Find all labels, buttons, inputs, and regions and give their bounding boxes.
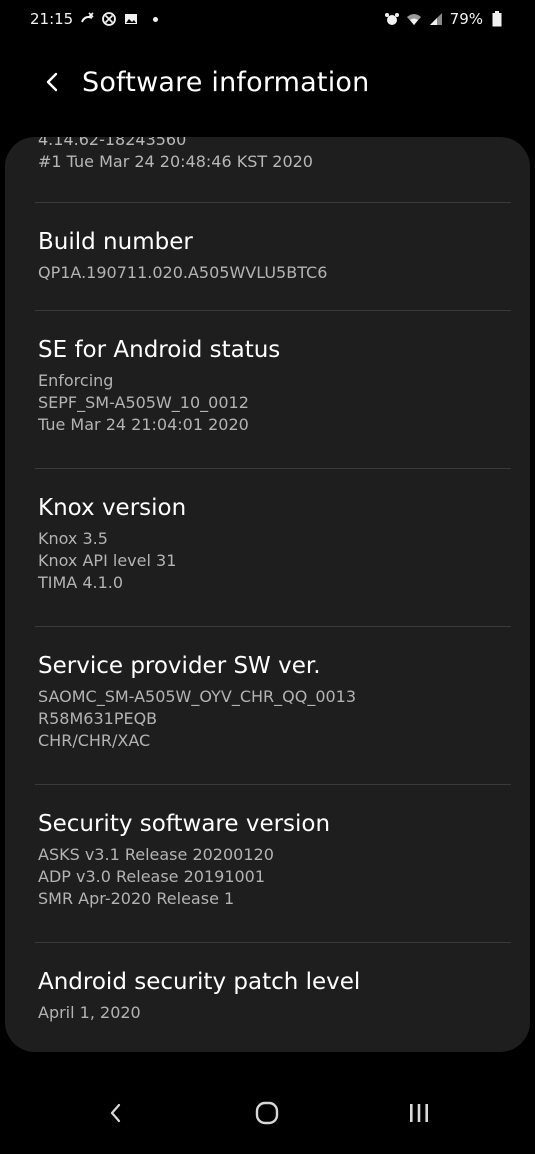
service-provider-sw-line: SAOMC_SM-A505W_OYV_CHR_QQ_0013	[38, 687, 357, 706]
security-software-version-item[interactable]: Security software version ASKS v3.1 Rele…	[38, 808, 508, 910]
knox-version-line: TIMA 4.1.0	[38, 573, 124, 592]
nav-back-button[interactable]	[86, 1083, 146, 1143]
security-patch-level-item[interactable]: Android security patch level April 1, 20…	[38, 966, 508, 1024]
divider	[35, 202, 511, 203]
security-software-version-line: SMR Apr-2020 Release 1	[38, 889, 235, 908]
knox-version-title: Knox version	[38, 495, 187, 521]
navigation-bar	[0, 1072, 535, 1154]
block-icon	[101, 11, 117, 27]
battery-icon	[489, 11, 505, 27]
security-software-version-line: ASKS v3.1 Release 20200120	[38, 845, 274, 864]
dot-icon	[153, 16, 159, 22]
home-icon	[256, 1101, 279, 1125]
service-provider-sw-line: CHR/CHR/XAC	[38, 731, 151, 750]
security-software-version-line: ADP v3.0 Release 20191001	[38, 867, 266, 886]
service-provider-sw-item[interactable]: Service provider SW ver. SAOMC_SM-A505W_…	[38, 650, 508, 752]
status-bar-right: 79%	[384, 10, 505, 28]
knox-version-line: Knox API level 31	[38, 551, 177, 570]
nav-home-button[interactable]	[237, 1083, 297, 1143]
divider	[35, 784, 511, 785]
status-bar-left: 21:15	[30, 10, 159, 28]
image-icon	[123, 11, 139, 27]
knox-version-item[interactable]: Knox version Knox 3.5 Knox API level 31 …	[38, 492, 508, 594]
back-arrow-icon	[46, 72, 58, 92]
se-android-status-line: SEPF_SM-A505W_10_0012	[38, 393, 249, 412]
status-bar: 21:15 79%	[0, 0, 535, 38]
software-info-list[interactable]: 4.14.62-18243560 #1 Tue Mar 24 20:48:46 …	[5, 137, 530, 1052]
security-patch-level-value: April 1, 2020	[38, 1003, 141, 1022]
recents-icon	[410, 1104, 429, 1122]
back-button[interactable]	[32, 62, 72, 102]
missed-call-icon	[79, 11, 95, 27]
build-number-title: Build number	[38, 229, 193, 255]
nav-recents-button[interactable]	[389, 1083, 449, 1143]
service-provider-sw-title: Service provider SW ver.	[38, 653, 321, 679]
se-android-status-item[interactable]: SE for Android status Enforcing SEPF_SM-…	[38, 334, 508, 436]
knox-version-line: Knox 3.5	[38, 529, 108, 548]
divider	[35, 310, 511, 311]
kernel-version-line-2: #1 Tue Mar 24 20:48:46 KST 2020	[38, 152, 313, 171]
security-software-version-title: Security software version	[38, 811, 331, 837]
kernel-version-item[interactable]: 4.14.62-18243560 #1 Tue Mar 24 20:48:46 …	[38, 137, 313, 173]
se-android-status-title: SE for Android status	[38, 337, 281, 363]
battery-percent: 79%	[449, 10, 483, 28]
signal-icon	[428, 11, 444, 27]
page-title: Software information	[82, 66, 370, 98]
status-time: 21:15	[30, 10, 74, 28]
app-header: Software information	[0, 52, 535, 112]
security-patch-level-title: Android security patch level	[38, 969, 361, 995]
divider	[35, 626, 511, 627]
service-provider-sw-line: R58M631PEQB	[38, 709, 158, 728]
build-number-item[interactable]: Build number QP1A.190711.020.A505WVLU5BT…	[38, 226, 508, 284]
kernel-version-line-1: 4.14.62-18243560	[38, 137, 187, 149]
se-android-status-line: Tue Mar 24 21:04:01 2020	[38, 415, 249, 434]
build-number-value: QP1A.190711.020.A505WVLU5BTC6	[38, 263, 328, 282]
alarm-icon	[384, 11, 400, 27]
back-icon	[110, 1103, 120, 1123]
wifi-icon	[406, 11, 422, 27]
divider	[35, 942, 511, 943]
se-android-status-line: Enforcing	[38, 371, 114, 390]
divider	[35, 468, 511, 469]
